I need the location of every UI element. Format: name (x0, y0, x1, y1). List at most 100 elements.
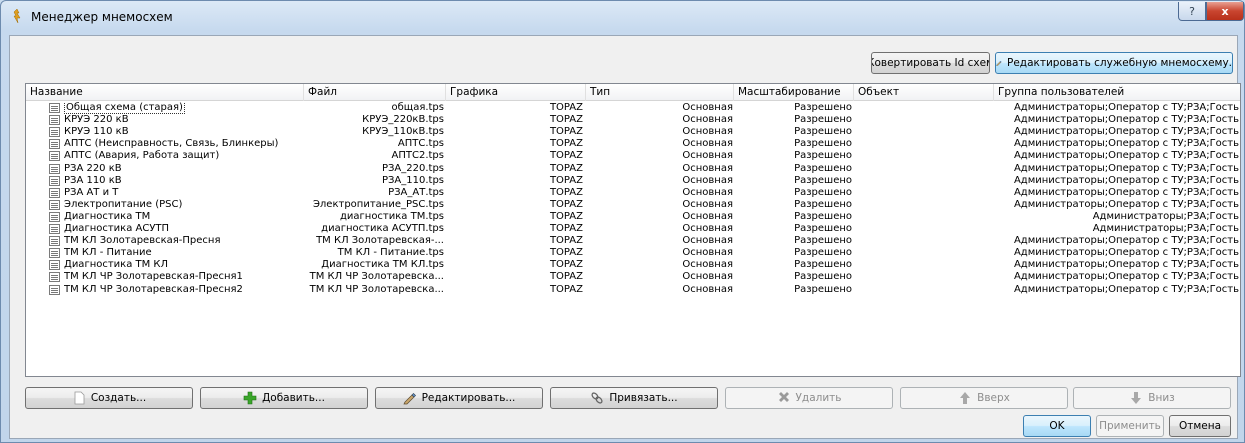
mnemoscheme-icon (49, 115, 60, 126)
cell-name-text: КРУЭ 110 кВ (64, 126, 129, 138)
cell-scaling-text: Разрешено (794, 223, 852, 234)
table-row[interactable]: КРУЭ 110 кВ КРУЭ_110кВ.tps TOPAZ Основная Ра… (26, 126, 1240, 138)
cell-name-text: Диагностика АСУТП (64, 223, 170, 234)
edit-button[interactable]: Редактировать... (375, 387, 543, 409)
column-header-object[interactable]: Объект (854, 84, 994, 101)
cell-name: РЗА АТ и Т (64, 187, 304, 199)
cell-object (854, 150, 994, 162)
table-row[interactable]: Электропитание (PSC) Электропитание_PSC.t… (26, 199, 1240, 211)
new-document-icon (74, 391, 85, 405)
title-bar[interactable]: Менеджер мнемосхем ? x (1, 1, 1244, 31)
cell-name: Электропитание (PSC) (64, 199, 304, 211)
table-row[interactable]: РЗА 220 кВ РЗА_220.tps TOPAZ Основная Разреш… (26, 163, 1240, 175)
table-row[interactable]: ТМ КЛ ЧР Золотаревская-Пресня1 ТМ КЛ ЧР З… (26, 271, 1240, 283)
cell-graphics: TOPAZ (446, 259, 583, 271)
cell-type-text: Основная (682, 138, 733, 150)
cell-scaling-text: Разрешено (794, 210, 852, 222)
column-header-graphics[interactable]: Графика (446, 84, 586, 101)
move-up-label: Вверх (977, 392, 1010, 404)
column-header-scaling[interactable]: Масштабирование (734, 84, 854, 101)
bind-button[interactable]: Привязать... (550, 387, 718, 409)
cell-file: ТМ КЛ ЧР Золотаревска... (304, 271, 444, 283)
cell-graphics-text: TOPAZ (549, 283, 583, 295)
column-header-user-group[interactable]: Группа пользователей (994, 84, 1240, 101)
cell-user-group-text: Администраторы;Оператор с ТУ;РЗА;Гость (1013, 235, 1239, 247)
column-header-name[interactable]: Название (26, 84, 304, 101)
create-button[interactable]: Создать... (25, 387, 193, 409)
bind-label: Привязать... (609, 392, 678, 404)
cell-graphics: TOPAZ (446, 187, 583, 199)
cell-user-group: Администраторы;Оператор с ТУ;РЗА;Гость (994, 150, 1239, 162)
cell-graphics: TOPAZ (446, 150, 583, 162)
cell-user-group: Администраторы;Оператор с ТУ;РЗА;Гость (994, 175, 1239, 187)
table-row[interactable]: Диагностика АСУТП диагностика АСУТП.tps TO… (26, 223, 1240, 235)
cell-scaling: Разрешено (734, 175, 852, 187)
cell-scaling: Разрешено (734, 247, 852, 259)
cell-name-text: Диагностика ТМ КЛ (64, 259, 169, 271)
cell-type: Основная (586, 102, 733, 114)
table-row[interactable]: Диагностика ТМ диагностика ТМ.tps TOPAZ Осн… (26, 211, 1240, 223)
cell-user-group-text: Администраторы;Оператор с ТУ;РЗА;Гость (1013, 102, 1239, 113)
move-up-button[interactable]: Вверх (900, 387, 1068, 409)
cell-type-text: Основная (682, 126, 733, 138)
cell-type-text: Основная (682, 271, 733, 283)
cell-scaling: Разрешено (734, 235, 852, 247)
convert-ids-button[interactable]: Ковертировать Id схем (871, 52, 990, 74)
cell-file-text: диагностика ТМ.tps (339, 210, 444, 222)
cell-scaling-text: Разрешено (794, 271, 852, 283)
cell-type-text: Основная (682, 247, 733, 259)
cell-file-text: КРУЭ_220кВ.tps (362, 114, 444, 126)
table-row[interactable]: КРУЭ 220 кВ КРУЭ_220кВ.tps TOPAZ Основная Ра… (26, 114, 1240, 126)
link-icon (591, 392, 603, 404)
table-row[interactable]: ТМ КЛ - Питание ТМ КЛ - Питание.tps TOPAZ О… (26, 247, 1240, 259)
cell-graphics: TOPAZ (446, 199, 583, 211)
cell-file-text: РЗА_220.tps (381, 162, 444, 174)
delete-button[interactable]: Удалить (725, 387, 893, 409)
cell-file-text: КРУЭ_110кВ.tps (362, 126, 444, 138)
close-button[interactable]: x (1206, 2, 1244, 21)
table-row[interactable]: Общая схема (старая) общая.tps TOPAZ Основн… (26, 102, 1240, 114)
table-row[interactable]: РЗА АТ и Т РЗА_АТ.tps TOPAZ Основная Разреше… (26, 187, 1240, 199)
cell-scaling: Разрешено (734, 138, 852, 150)
cell-file: ТМ КЛ Золотаревская-... (304, 235, 444, 247)
app-icon (13, 9, 21, 23)
table-row[interactable]: ТМ КЛ Золотаревская-Пресня ТМ КЛ Золотаре… (26, 235, 1240, 247)
cell-name: ТМ КЛ - Питание (64, 247, 304, 259)
apply-label: Применить (1099, 420, 1161, 432)
table-row[interactable]: АПТС (Авария, Работа защит) АПТС2.tps TOPA… (26, 150, 1240, 162)
cell-type: Основная (586, 175, 733, 187)
cell-graphics: TOPAZ (446, 138, 583, 150)
cell-file: РЗА_220.tps (304, 163, 444, 175)
cell-type-text: Основная (682, 235, 733, 247)
cell-object (854, 211, 994, 223)
add-button[interactable]: Добавить... (200, 387, 368, 409)
mnemoscheme-icon (49, 224, 60, 234)
ok-button[interactable]: OK (1023, 415, 1091, 437)
cell-name-text: ТМ КЛ ЧР Золотаревская-Пресня2 (64, 283, 243, 295)
table-row[interactable]: АПТС (Неисправность, Связь, Блинкеры) АПТ… (26, 138, 1240, 150)
cell-file: АПТС2.tps (304, 150, 444, 162)
cell-scaling-text: Разрешено (794, 102, 852, 113)
column-header-file[interactable]: Файл (304, 84, 446, 101)
table-row[interactable]: РЗА 110 кВ РЗА_110.tps TOPAZ Основная Разреш… (26, 175, 1240, 187)
cell-user-group: Администраторы;Оператор с ТУ;РЗА;Гость (994, 187, 1239, 199)
mnemoscheme-icon (49, 187, 60, 198)
move-down-button[interactable]: Вниз (1073, 387, 1231, 409)
help-button[interactable]: ? (1178, 2, 1206, 21)
cell-name: Диагностика ТМ КЛ (64, 259, 304, 271)
column-header-type[interactable]: Тип (586, 84, 734, 101)
cell-type-text: Основная (682, 283, 733, 295)
table-row[interactable]: Диагностика ТМ КЛ Диагностика ТМ КЛ.tps TO… (26, 259, 1240, 271)
mnemoscheme-icon (49, 211, 60, 222)
cancel-button[interactable]: Отмена (1169, 415, 1231, 437)
edit-service-mnemoscheme-button[interactable]: Редактировать служебную мнемосхему. (995, 52, 1233, 74)
cell-type-text: Основная (682, 210, 733, 222)
cell-object (854, 126, 994, 138)
cell-graphics-text: TOPAZ (549, 102, 583, 113)
apply-button[interactable]: Применить (1096, 415, 1164, 437)
table-row[interactable]: ТМ КЛ ЧР Золотаревская-Пресня2 ТМ КЛ ЧР З… (26, 284, 1240, 296)
cell-object (854, 102, 994, 114)
cell-file: ТМ КЛ ЧР Золотаревска... (304, 284, 444, 296)
cell-user-group: Администраторы;Оператор с ТУ;РЗА;Гость (994, 247, 1239, 259)
cell-name: РЗА 110 кВ (64, 175, 304, 187)
